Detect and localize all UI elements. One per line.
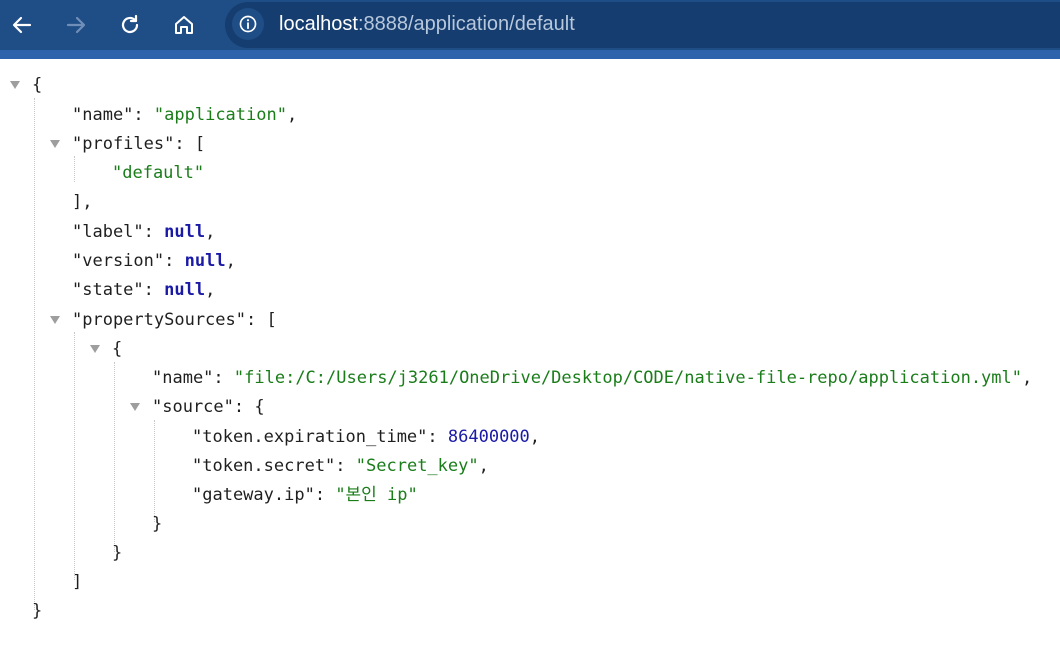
json-line-property-sources: "propertySources": [ (72, 310, 277, 330)
collapse-toggle-root[interactable] (9, 80, 21, 90)
close-brace: } (32, 601, 43, 621)
json-number: 86400000 (447, 427, 530, 447)
json-line-ps-open: { (112, 339, 123, 359)
json-line-profiles-item: "default" (112, 159, 204, 188)
arrow-right-icon (66, 16, 86, 34)
home-button[interactable] (168, 9, 200, 41)
json-line-gateway: "gateway.ip": "본인 ip" (192, 485, 418, 505)
triangle-down-icon (50, 316, 60, 324)
json-null: null (164, 280, 206, 300)
back-button[interactable] (6, 9, 38, 41)
json-key: "propertySources" (72, 310, 246, 330)
json-line-version: "version": null, (72, 251, 236, 271)
indent-guide-profiles (74, 156, 75, 182)
json-line-name: "name": "application", (72, 105, 298, 125)
json-line-root-open: { (32, 71, 42, 100)
json-key: "name" (152, 368, 214, 388)
json-null: null (184, 251, 226, 271)
triangle-down-icon (90, 345, 100, 353)
json-key: "label" (72, 222, 144, 242)
url-text[interactable]: localhost:8888/application/default (279, 12, 575, 36)
indent-guide-source-object (114, 362, 115, 552)
open-brace: { (32, 75, 43, 95)
collapse-toggle-profiles[interactable] (49, 139, 61, 149)
json-key: "token.secret" (192, 456, 336, 476)
json-string: "application" (153, 105, 287, 125)
json-string: "Secret_key" (355, 456, 479, 476)
triangle-down-icon (50, 140, 60, 148)
site-info-button[interactable] (232, 8, 264, 40)
info-icon (239, 15, 257, 33)
home-icon (175, 16, 193, 34)
json-line-property-sources-close: ] (72, 572, 83, 592)
json-line-label: "label": null, (72, 222, 216, 242)
url-host: localhost (279, 13, 358, 35)
json-line-token-secret: "token.secret": "Secret_key", (192, 456, 489, 476)
collapse-toggle-source[interactable] (129, 402, 141, 412)
json-line-root-close: } (32, 597, 42, 626)
json-line-source: "source": { (152, 397, 265, 417)
json-key: "name" (72, 105, 134, 125)
json-line-token-exp: "token.expiration_time": 86400000, (192, 427, 541, 447)
json-line-state: "state": null, (72, 280, 216, 300)
refresh-icon (121, 14, 139, 34)
indent-guide-source (154, 420, 155, 522)
json-line-profiles: "profiles": [ (72, 134, 206, 154)
triangle-down-icon (130, 403, 140, 411)
json-key: "profiles" (72, 134, 175, 154)
json-string: "default" (112, 163, 205, 183)
indent-guide-root (34, 98, 35, 610)
json-line-profiles-close: ], (72, 192, 93, 212)
toolbar-bottom-bar (0, 50, 1060, 59)
triangle-down-icon (10, 81, 20, 89)
url-path: :8888/application/default (357, 13, 575, 35)
json-line-source-close: } (152, 514, 163, 534)
json-key: "version" (72, 251, 165, 271)
json-line-ps-name: "name": "file:/C:/Users/j3261/OneDrive/D… (152, 368, 1033, 388)
json-line-ps-close: } (112, 543, 123, 563)
json-key: "gateway.ip" (192, 485, 315, 505)
json-key: "source" (152, 397, 234, 417)
forward-button[interactable] (60, 9, 92, 41)
collapse-toggle-property-sources[interactable] (49, 315, 61, 325)
collapse-toggle-source-object[interactable] (89, 344, 101, 354)
arrow-left-icon (12, 16, 32, 34)
json-key: "token.expiration_time" (192, 427, 428, 447)
json-key: "state" (72, 280, 144, 300)
json-null: null (164, 222, 206, 242)
json-string: "file:/C:/Users/j3261/OneDrive/Desktop/C… (233, 368, 1022, 388)
indent-guide-property-sources (74, 332, 75, 580)
json-string: "본인 ip" (335, 485, 418, 505)
reload-button[interactable] (114, 9, 146, 41)
